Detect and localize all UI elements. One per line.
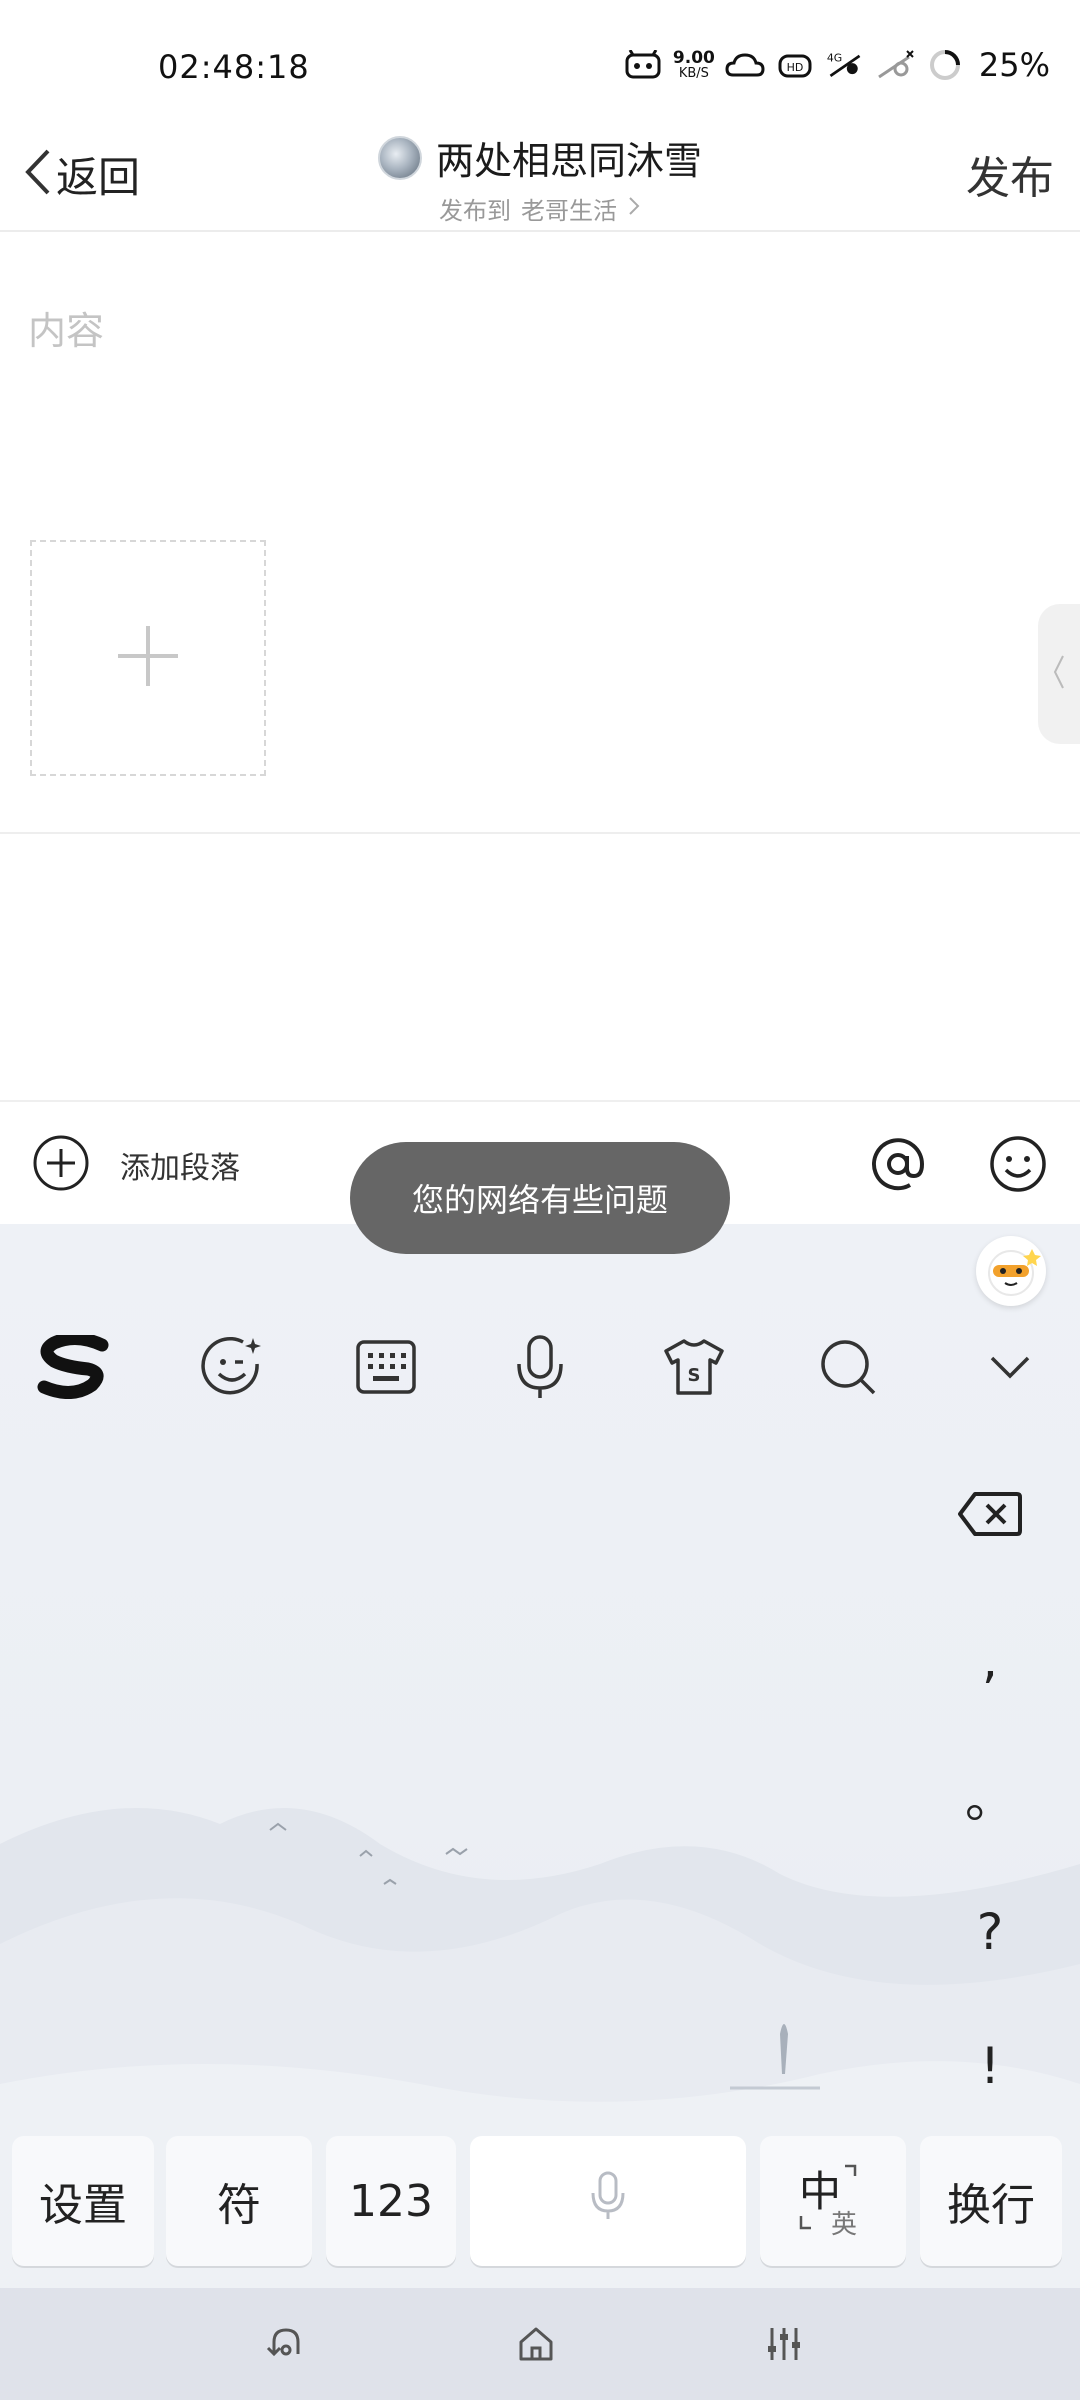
net-speed: 9.00 KB/S: [672, 48, 715, 81]
space-key[interactable]: [470, 2136, 746, 2266]
svg-text:HD: HD: [787, 61, 804, 74]
at-icon: [866, 1138, 930, 1200]
soft-keyboard: S , 。 ? ! 设置 符 123 中 英 换行: [0, 1224, 1080, 2288]
status-icons: 9.00 KB/S HD 4G 25%: [623, 40, 1050, 90]
home-icon: [516, 2324, 556, 2368]
question-key[interactable]: ?: [940, 1882, 1040, 1982]
side-drawer-handle[interactable]: [1038, 604, 1080, 744]
avatar: [377, 135, 422, 180]
keyboard-layout-button[interactable]: [336, 1314, 436, 1424]
hide-keyboard-button[interactable]: [960, 1314, 1060, 1424]
tshirt-icon: S: [662, 1337, 726, 1401]
nav-menu-button[interactable]: [754, 2318, 814, 2374]
comma-key[interactable]: ,: [940, 1610, 1040, 1710]
add-paragraph-label: 添加段落: [120, 1151, 240, 1186]
add-image-button[interactable]: [30, 540, 266, 776]
publish-button[interactable]: 发布: [966, 142, 1054, 206]
keyboard-toolbar: S: [0, 1314, 1080, 1424]
status-bar: 02:48:18 9.00 KB/S HD 4G 25%: [0, 0, 1080, 120]
status-time: 02:48:18: [158, 48, 310, 86]
net-speed-value: 9.00: [672, 48, 715, 68]
sogou-logo-icon: [36, 1332, 112, 1403]
microphone-icon: [514, 1334, 566, 1404]
enter-key[interactable]: 换行: [920, 2136, 1062, 2266]
publish-target-prefix: 发布到: [439, 197, 511, 225]
backspace-key[interactable]: [940, 1470, 1040, 1570]
header: 返回 两处相思同沐雪 发布到 老哥生活 发布: [0, 120, 1080, 232]
back-gesture-icon: [266, 2324, 306, 2368]
emoji-panel-button[interactable]: [182, 1314, 282, 1424]
signal-4g-icon: 4G: [825, 47, 865, 83]
wink-smiley-icon: [199, 1334, 265, 1404]
chevron-right-icon: [627, 195, 641, 223]
chevron-left-icon: [1052, 652, 1066, 696]
plus-icon: [113, 621, 183, 695]
header-center: 两处相思同沐雪 发布到 老哥生活: [0, 130, 1080, 226]
language-toggle-key[interactable]: 中 英: [760, 2136, 906, 2266]
symbols-key[interactable]: 符: [166, 2136, 312, 2266]
svg-text:S: S: [688, 1365, 701, 1386]
keyboard-bottom-row: 设置 符 123 中 英 换行: [0, 2136, 1080, 2268]
language-toggle-label: 中 英: [793, 2156, 873, 2246]
nav-home-button[interactable]: [506, 2318, 566, 2374]
svg-text:4G: 4G: [827, 51, 842, 64]
sogou-logo-button[interactable]: [24, 1314, 124, 1424]
mention-button[interactable]: [866, 1132, 930, 1196]
cloud-icon: [725, 47, 765, 83]
smiley-icon: [986, 1136, 1050, 1200]
battery-ring-icon: [925, 47, 965, 83]
period-key[interactable]: 。: [940, 1746, 1040, 1846]
navigation-bar: [0, 2288, 1080, 2400]
publish-target[interactable]: 发布到 老哥生活: [439, 191, 641, 226]
network-error-toast: 您的网络有些问题: [350, 1142, 730, 1254]
search-button[interactable]: [798, 1314, 898, 1424]
divider: [0, 832, 1080, 834]
chevron-down-icon: [988, 1354, 1032, 1384]
title-row[interactable]: 两处相思同沐雪: [377, 130, 702, 185]
skin-button[interactable]: S: [644, 1314, 744, 1424]
exclamation-key[interactable]: !: [940, 2016, 1040, 2116]
search-icon: [818, 1337, 878, 1401]
add-paragraph-button[interactable]: 添加段落: [32, 1134, 240, 1196]
net-speed-unit: KB/S: [678, 66, 709, 81]
keyboard-icon: [355, 1339, 417, 1399]
ime-mascot-button[interactable]: [976, 1236, 1046, 1306]
settings-key[interactable]: 设置: [12, 2136, 154, 2266]
emoji-button[interactable]: [986, 1132, 1050, 1196]
hd-icon: HD: [775, 47, 815, 83]
nav-back-button[interactable]: [256, 2318, 316, 2374]
voice-input-button[interactable]: [490, 1314, 590, 1424]
page-title: 两处相思同沐雪: [435, 139, 702, 183]
add-circle-icon: [32, 1134, 90, 1196]
battery-percent: 25%: [978, 46, 1050, 84]
numbers-key[interactable]: 123: [326, 2136, 456, 2266]
microphone-icon: [590, 2171, 626, 2232]
sliders-icon: [764, 2324, 804, 2368]
app-notification-icon: [623, 47, 663, 83]
signal-nodata-icon: [875, 47, 915, 83]
publish-target-name: 老哥生活: [521, 197, 617, 225]
backspace-icon: [957, 1491, 1023, 1549]
content-input[interactable]: 内容: [28, 300, 104, 355]
